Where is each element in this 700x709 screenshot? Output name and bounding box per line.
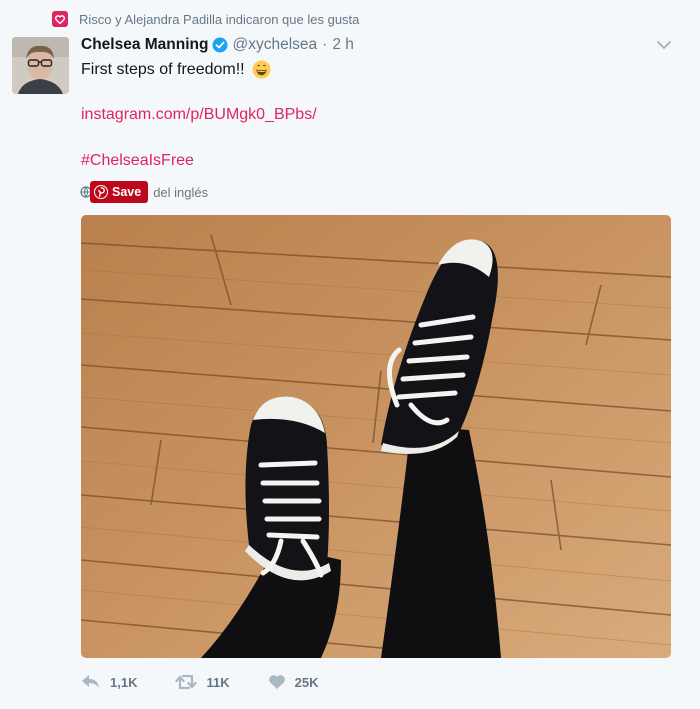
reply-count: 1,1K — [110, 674, 138, 690]
separator-dot: · — [322, 36, 328, 53]
hashtag-link[interactable]: #ChelseaIsFree — [81, 152, 194, 170]
tweet-text-line: First steps of freedom!! — [81, 60, 271, 79]
retweet-icon — [175, 674, 198, 690]
pinterest-save-button[interactable]: Save — [90, 181, 149, 203]
like-button[interactable]: 25K — [268, 674, 319, 690]
reply-icon — [82, 675, 99, 688]
author-handle[interactable]: @xychelsea — [232, 36, 317, 54]
heart-icon — [52, 11, 68, 27]
reply-button[interactable]: 1,1K — [81, 674, 137, 690]
pinterest-save-label: Save — [112, 185, 142, 199]
social-context: Risco y Alejandra Padilla indicaron que … — [52, 10, 359, 28]
grinning-face-emoji — [252, 60, 271, 79]
tweet-photo[interactable] — [81, 215, 671, 658]
verified-badge-icon — [212, 37, 228, 53]
translate-row: Save del inglés — [80, 181, 208, 203]
tweet-timestamp[interactable]: 2 h — [332, 36, 354, 54]
photo-sneakers-on-floor — [81, 215, 671, 658]
like-heart-icon — [268, 675, 285, 689]
tweet-card[interactable]: Risco y Alejandra Padilla indicaron que … — [0, 0, 700, 709]
like-count: 25K — [294, 674, 319, 690]
instagram-link[interactable]: instagram.com/p/BUMgk0_BPbs/ — [81, 106, 317, 124]
tweet-text: First steps of freedom!! — [81, 60, 245, 78]
chevron-down-icon[interactable] — [656, 38, 672, 50]
pinterest-icon — [94, 185, 108, 199]
author-name[interactable]: Chelsea Manning — [81, 36, 208, 54]
tweet-actions: 1,1K 11K 25K — [81, 670, 356, 694]
retweet-count: 11K — [206, 674, 230, 690]
social-context-text: Risco y Alejandra Padilla indicaron que … — [79, 11, 360, 27]
tweet-header: Chelsea Manning @xychelsea · 2 h — [81, 35, 354, 55]
avatar[interactable] — [12, 37, 69, 94]
retweet-button[interactable]: 11K — [175, 674, 230, 690]
translation-source-text[interactable]: del inglés — [153, 185, 208, 200]
